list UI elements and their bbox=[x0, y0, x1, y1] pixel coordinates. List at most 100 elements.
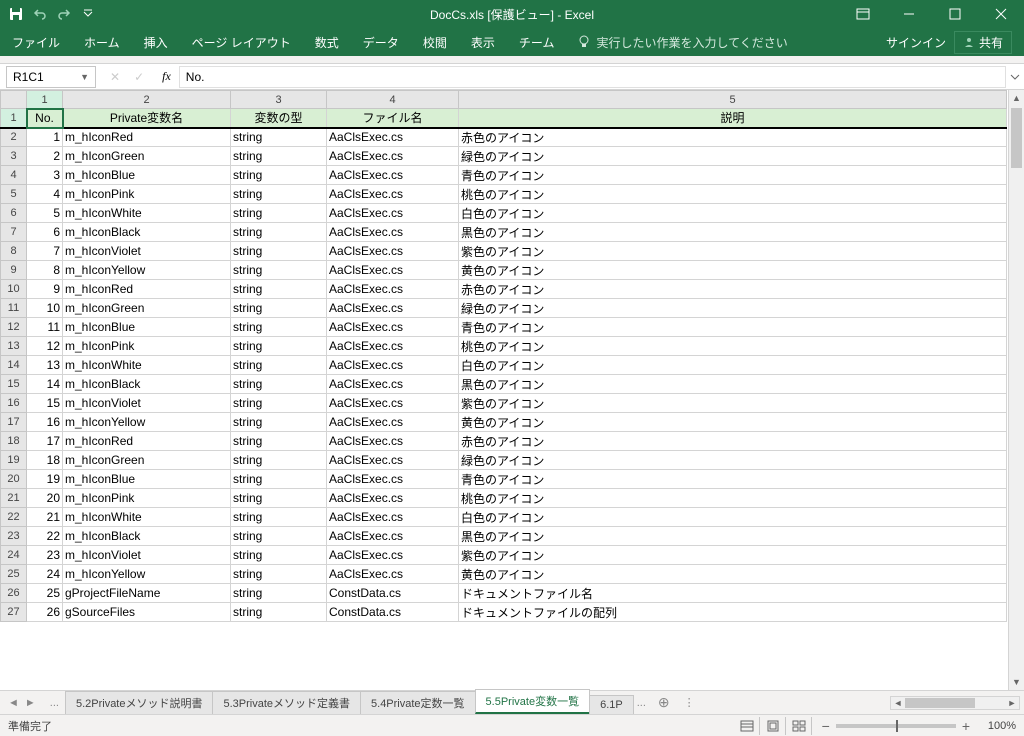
cell-desc[interactable]: 黒色のアイコン bbox=[459, 223, 1007, 242]
cell-desc[interactable]: 黄色のアイコン bbox=[459, 565, 1007, 584]
cell-desc[interactable]: ドキュメントファイル名 bbox=[459, 584, 1007, 603]
cell-no[interactable]: 11 bbox=[27, 318, 63, 337]
cell-no[interactable]: 4 bbox=[27, 185, 63, 204]
zoom-slider[interactable] bbox=[836, 724, 956, 728]
cell-no[interactable]: 25 bbox=[27, 584, 63, 603]
cell-desc[interactable]: 緑色のアイコン bbox=[459, 451, 1007, 470]
cell-type[interactable]: string bbox=[231, 508, 327, 527]
cell-var[interactable]: m_hIconGreen bbox=[63, 147, 231, 166]
share-button[interactable]: 共有 bbox=[954, 31, 1012, 54]
name-box[interactable]: R1C1 ▼ bbox=[6, 66, 96, 88]
cell-no[interactable]: 3 bbox=[27, 166, 63, 185]
cell-desc[interactable]: 青色のアイコン bbox=[459, 470, 1007, 489]
cell-desc[interactable]: 紫色のアイコン bbox=[459, 394, 1007, 413]
zoom-value[interactable]: 100% bbox=[976, 720, 1016, 732]
row-header[interactable]: 13 bbox=[1, 337, 27, 356]
ribbon-tab-home[interactable]: ホーム bbox=[72, 28, 132, 56]
cell-file[interactable]: AaClsExec.cs bbox=[327, 432, 459, 451]
cell-no[interactable]: 15 bbox=[27, 394, 63, 413]
cell-type[interactable]: string bbox=[231, 375, 327, 394]
cell-type[interactable]: string bbox=[231, 451, 327, 470]
cell-file[interactable]: AaClsExec.cs bbox=[327, 508, 459, 527]
row-header[interactable]: 15 bbox=[1, 375, 27, 394]
ribbon-tab-file[interactable]: ファイル bbox=[0, 28, 72, 56]
view-normal-icon[interactable] bbox=[736, 717, 760, 735]
cell-type[interactable]: string bbox=[231, 128, 327, 147]
cell-type[interactable]: string bbox=[231, 204, 327, 223]
cell-no[interactable]: 10 bbox=[27, 299, 63, 318]
row-header[interactable]: 19 bbox=[1, 451, 27, 470]
cell-var[interactable]: m_hIconYellow bbox=[63, 413, 231, 432]
cell-file[interactable]: AaClsExec.cs bbox=[327, 375, 459, 394]
cell-type[interactable]: string bbox=[231, 432, 327, 451]
row-header[interactable]: 22 bbox=[1, 508, 27, 527]
cell-var[interactable]: m_hIconPink bbox=[63, 489, 231, 508]
cell-var[interactable]: m_hIconYellow bbox=[63, 565, 231, 584]
cell-file[interactable]: AaClsExec.cs bbox=[327, 166, 459, 185]
undo-icon[interactable] bbox=[32, 6, 48, 22]
cell-desc[interactable]: 桃色のアイコン bbox=[459, 337, 1007, 356]
cell-var[interactable]: m_hIconViolet bbox=[63, 394, 231, 413]
cell-var[interactable]: m_hIconBlue bbox=[63, 166, 231, 185]
cell-var[interactable]: m_hIconGreen bbox=[63, 299, 231, 318]
ribbon-tab-insert[interactable]: 挿入 bbox=[132, 28, 180, 56]
cell-no[interactable]: 23 bbox=[27, 546, 63, 565]
cell-no[interactable]: 6 bbox=[27, 223, 63, 242]
cell-desc[interactable]: 青色のアイコン bbox=[459, 318, 1007, 337]
cell-type[interactable]: string bbox=[231, 394, 327, 413]
cell-var[interactable]: m_hIconPink bbox=[63, 185, 231, 204]
cell-desc[interactable]: 緑色のアイコン bbox=[459, 299, 1007, 318]
cell-no[interactable]: 5 bbox=[27, 204, 63, 223]
cell-var[interactable]: m_hIconWhite bbox=[63, 356, 231, 375]
cell-type[interactable]: string bbox=[231, 603, 327, 622]
cell-type[interactable]: string bbox=[231, 185, 327, 204]
cell-file[interactable]: AaClsExec.cs bbox=[327, 394, 459, 413]
row-header[interactable]: 3 bbox=[1, 147, 27, 166]
row-header[interactable]: 24 bbox=[1, 546, 27, 565]
cell-header-type[interactable]: 変数の型 bbox=[231, 109, 327, 128]
cell-file[interactable]: AaClsExec.cs bbox=[327, 337, 459, 356]
cell-desc[interactable]: 白色のアイコン bbox=[459, 204, 1007, 223]
cell-type[interactable]: string bbox=[231, 261, 327, 280]
cell-desc[interactable]: 赤色のアイコン bbox=[459, 280, 1007, 299]
cell-no[interactable]: 19 bbox=[27, 470, 63, 489]
zoom-slider-thumb[interactable] bbox=[896, 720, 898, 732]
ribbon-tab-review[interactable]: 校閲 bbox=[411, 28, 459, 56]
cell-desc[interactable]: 黄色のアイコン bbox=[459, 261, 1007, 280]
formula-input[interactable]: No. bbox=[179, 66, 1006, 88]
cell-desc[interactable]: 黒色のアイコン bbox=[459, 527, 1007, 546]
cell-type[interactable]: string bbox=[231, 565, 327, 584]
cell-file[interactable]: ConstData.cs bbox=[327, 584, 459, 603]
cell-no[interactable]: 18 bbox=[27, 451, 63, 470]
cell-desc[interactable]: 紫色のアイコン bbox=[459, 546, 1007, 565]
cell-type[interactable]: string bbox=[231, 223, 327, 242]
row-header[interactable]: 20 bbox=[1, 470, 27, 489]
ribbon-tab-formulas[interactable]: 数式 bbox=[303, 28, 351, 56]
col-header-3[interactable]: 3 bbox=[231, 91, 327, 109]
cell-no[interactable]: 17 bbox=[27, 432, 63, 451]
cell-var[interactable]: m_hIconBlack bbox=[63, 375, 231, 394]
close-button[interactable] bbox=[978, 0, 1024, 28]
cell-type[interactable]: string bbox=[231, 584, 327, 603]
cell-type[interactable]: string bbox=[231, 527, 327, 546]
row-header[interactable]: 5 bbox=[1, 185, 27, 204]
zoom-out-button[interactable]: − bbox=[822, 718, 830, 734]
ribbon-tab-team[interactable]: チーム bbox=[507, 28, 567, 56]
scroll-up-icon[interactable]: ▲ bbox=[1009, 90, 1024, 106]
cell-desc[interactable]: 黄色のアイコン bbox=[459, 413, 1007, 432]
cell-no[interactable]: 16 bbox=[27, 413, 63, 432]
row-header[interactable]: 16 bbox=[1, 394, 27, 413]
sheet-tab[interactable]: 5.2Privateメソッド説明書 bbox=[65, 691, 214, 714]
ribbon-display-options-icon[interactable] bbox=[840, 0, 886, 28]
view-pagelayout-icon[interactable] bbox=[762, 717, 786, 735]
cell-type[interactable]: string bbox=[231, 280, 327, 299]
cell-no[interactable]: 14 bbox=[27, 375, 63, 394]
cell-var[interactable]: gProjectFileName bbox=[63, 584, 231, 603]
cell-var[interactable]: m_hIconViolet bbox=[63, 546, 231, 565]
cell-var[interactable]: m_hIconRed bbox=[63, 280, 231, 299]
row-header[interactable]: 7 bbox=[1, 223, 27, 242]
cell-desc[interactable]: 赤色のアイコン bbox=[459, 432, 1007, 451]
cell-type[interactable]: string bbox=[231, 546, 327, 565]
row-header[interactable]: 4 bbox=[1, 166, 27, 185]
scroll-down-icon[interactable]: ▼ bbox=[1009, 674, 1024, 690]
